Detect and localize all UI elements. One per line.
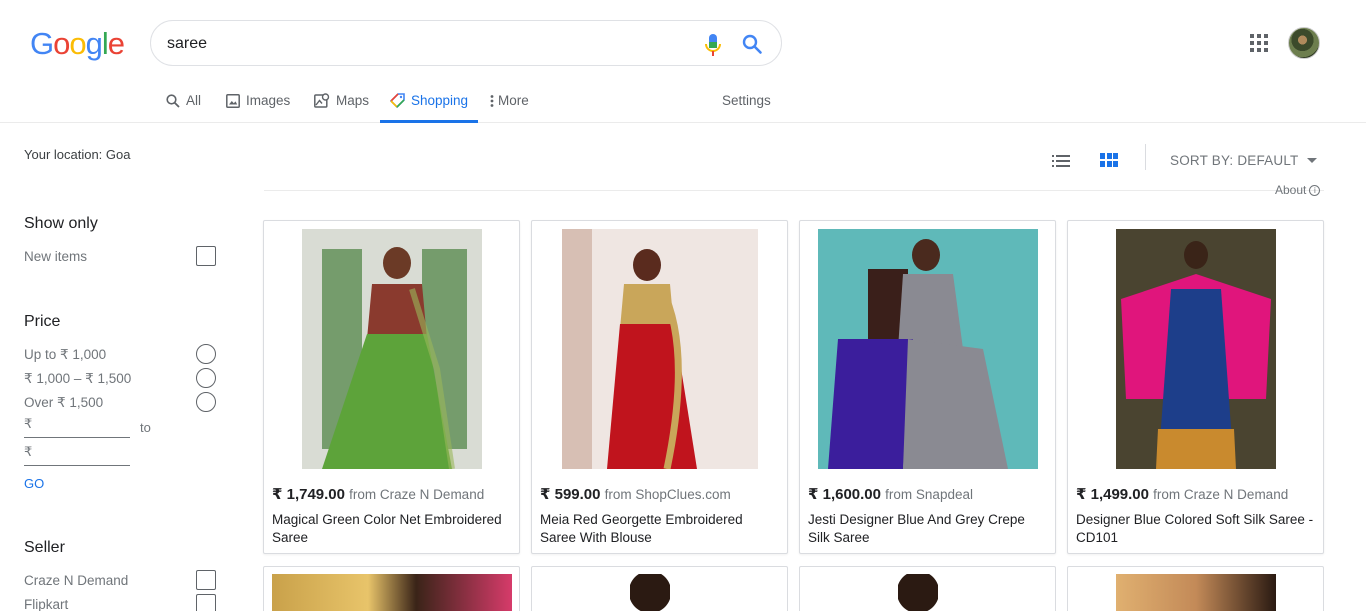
product-card[interactable] <box>263 566 520 611</box>
figure-head <box>1184 241 1208 269</box>
product-image[interactable] <box>1116 229 1276 469</box>
product-card[interactable]: ₹ 1,499.00 from Craze N Demand Designer … <box>1067 220 1324 554</box>
price-range-label[interactable]: ₹ 1,000 – ₹ 1,500 <box>24 371 216 389</box>
tab-more[interactable]: More <box>490 78 529 123</box>
list-view-icon[interactable] <box>1052 155 1070 167</box>
caret-down-icon <box>1306 158 1317 163</box>
product-image[interactable] <box>302 229 482 469</box>
product-image[interactable] <box>272 574 512 611</box>
figure-head <box>633 249 661 281</box>
product-price: ₹ 1,499.00 from Craze N Demand <box>1076 486 1289 503</box>
price-title: Price <box>24 313 61 330</box>
search-icon <box>166 93 180 108</box>
product-price: ₹ 1,749.00 from Craze N Demand <box>272 486 485 503</box>
grid-view-icon[interactable] <box>1100 153 1118 167</box>
price-range-radio[interactable] <box>196 392 216 412</box>
product-title[interactable]: Meia Red Georgette Embroidered Saree Wit… <box>540 511 780 547</box>
logo-letter: G <box>30 26 54 61</box>
seller-checkbox[interactable] <box>196 570 216 590</box>
tab-maps[interactable]: Maps <box>314 78 369 123</box>
product-image[interactable] <box>630 574 670 611</box>
pallu-shape <box>828 339 913 469</box>
product-image[interactable] <box>898 574 938 611</box>
sort-dropdown[interactable]: SORT BY: DEFAULT <box>1170 153 1317 168</box>
logo-letter: o <box>53 26 70 61</box>
price-min-field[interactable]: ₹ <box>24 416 130 438</box>
logo-letter: e <box>107 26 125 61</box>
filter-new-items-label[interactable]: New items <box>24 249 216 267</box>
search-input[interactable] <box>167 33 687 55</box>
price-range-radio[interactable] <box>196 368 216 388</box>
more-vert-icon <box>490 94 494 108</box>
search-tabs: All Images Maps Shopping More Settings <box>0 78 1366 123</box>
location-text: Your location: Goa <box>24 147 131 162</box>
price-range-radio[interactable] <box>196 344 216 364</box>
seller-label[interactable]: Flipkart <box>24 597 216 611</box>
price-range-label[interactable]: Over ₹ 1,500 <box>24 395 216 413</box>
product-title[interactable]: Jesti Designer Blue And Grey Crepe Silk … <box>808 511 1048 547</box>
about-link[interactable]: About i <box>1275 183 1321 197</box>
info-icon: i <box>1309 184 1321 196</box>
product-card[interactable] <box>799 566 1056 611</box>
product-card[interactable]: ₹ 1,749.00 from Craze N Demand Magical G… <box>263 220 520 554</box>
results-divider <box>264 190 1324 191</box>
tab-settings[interactable]: Settings <box>722 78 771 123</box>
product-price: ₹ 1,600.00 from Snapdeal <box>808 486 973 503</box>
blouse-shape <box>898 274 963 349</box>
toolbar-divider <box>1145 144 1146 170</box>
image-icon <box>226 93 240 108</box>
product-card[interactable] <box>531 566 788 611</box>
account-avatar[interactable] <box>1288 27 1320 59</box>
window-shape <box>562 229 592 469</box>
product-source: from Craze N Demand <box>349 487 485 502</box>
border-shape <box>1156 429 1236 469</box>
microphone-icon[interactable] <box>703 33 723 57</box>
product-title[interactable]: Designer Blue Colored Soft Silk Saree - … <box>1076 511 1316 547</box>
product-image[interactable] <box>818 229 1038 469</box>
figure-head <box>383 247 411 279</box>
shopping-tag-icon <box>389 90 405 108</box>
google-logo[interactable]: Google <box>30 26 125 62</box>
tab-shopping[interactable]: Shopping <box>380 78 478 123</box>
product-card[interactable] <box>1067 566 1324 611</box>
product-card[interactable]: ₹ 599.00 from ShopClues.com Meia Red Geo… <box>531 220 788 554</box>
seller-title: Seller <box>24 539 65 556</box>
logo-letter: o <box>69 26 86 61</box>
product-price: ₹ 599.00 from ShopClues.com <box>540 486 731 503</box>
product-source: from Craze N Demand <box>1153 487 1289 502</box>
seller-label[interactable]: Craze N Demand <box>24 573 216 591</box>
product-source: from Snapdeal <box>885 487 973 502</box>
product-title[interactable]: Magical Green Color Net Embroidered Sare… <box>272 511 512 547</box>
search-box[interactable] <box>150 20 782 66</box>
price-to-label: to <box>140 420 151 435</box>
price-min-input[interactable] <box>38 418 126 436</box>
tab-images[interactable]: Images <box>226 78 290 123</box>
product-image[interactable] <box>1116 574 1276 611</box>
show-only-title: Show only <box>24 215 98 232</box>
apps-grid-icon[interactable] <box>1250 34 1268 52</box>
logo-letter: g <box>85 26 103 61</box>
price-max-field[interactable]: ₹ <box>24 444 130 466</box>
product-card[interactable]: ₹ 1,600.00 from Snapdeal Jesti Designer … <box>799 220 1056 554</box>
price-max-input[interactable] <box>38 446 126 464</box>
currency-symbol: ₹ <box>24 444 33 459</box>
filter-new-items-checkbox[interactable] <box>196 246 216 266</box>
product-image[interactable] <box>562 229 758 469</box>
figure-head <box>912 239 940 271</box>
price-go-button[interactable]: GO <box>24 476 44 491</box>
price-range-label[interactable]: Up to ₹ 1,000 <box>24 347 216 365</box>
product-source: from ShopClues.com <box>604 487 731 502</box>
seller-checkbox[interactable] <box>196 594 216 611</box>
map-icon <box>314 93 330 108</box>
search-icon[interactable] <box>741 33 763 55</box>
currency-symbol: ₹ <box>24 416 33 431</box>
tab-all[interactable]: All <box>166 78 201 123</box>
